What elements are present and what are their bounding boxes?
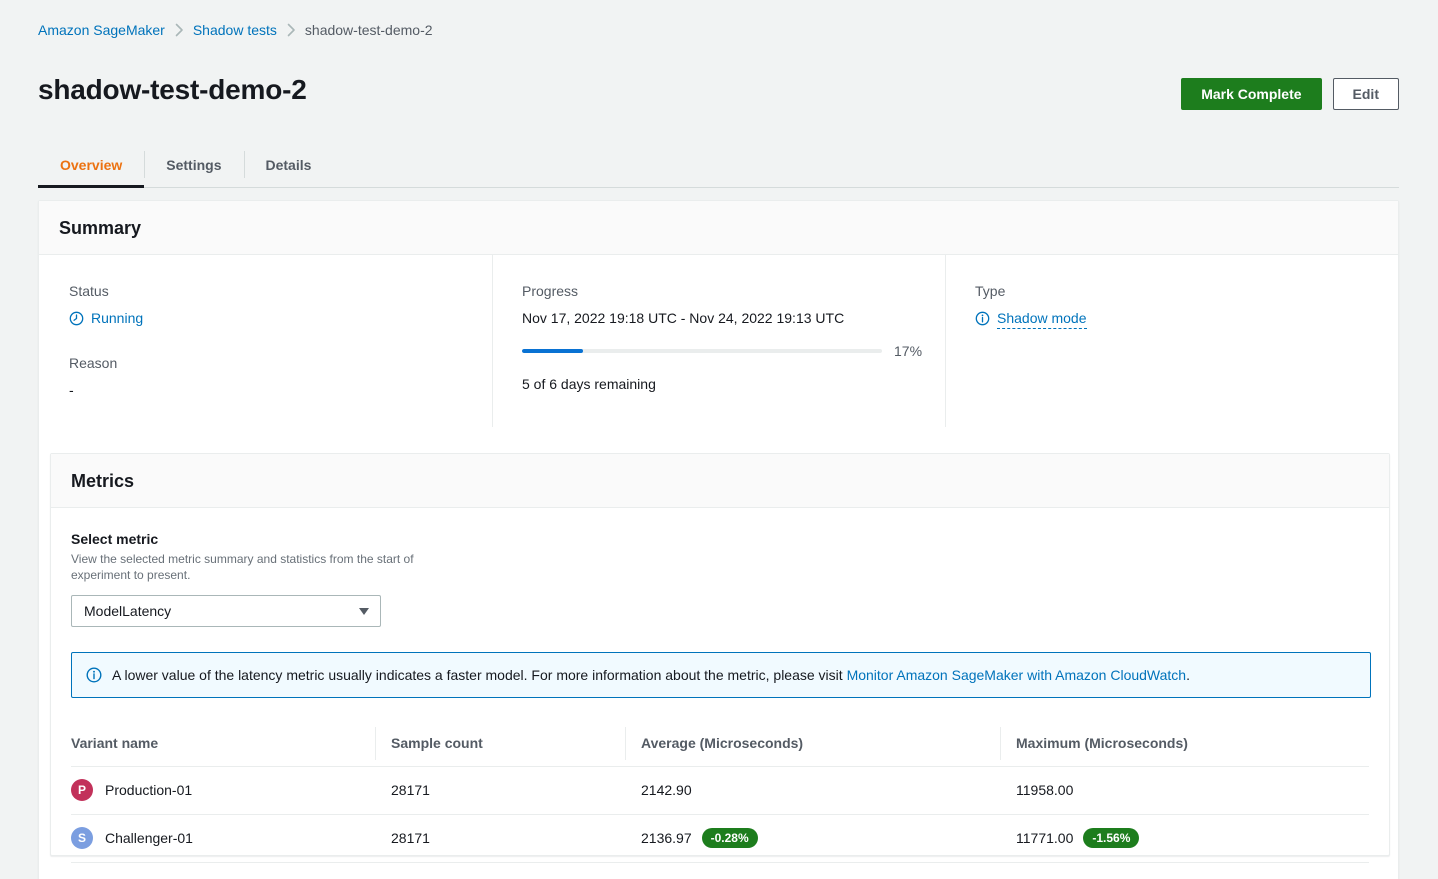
- tab-overview[interactable]: Overview: [38, 142, 144, 187]
- summary-column-status: Status Running Reason -: [39, 255, 492, 427]
- header-actions: Mark Complete Edit: [1181, 78, 1399, 110]
- summary-header: Summary: [39, 201, 1398, 255]
- metrics-header: Metrics: [51, 454, 1389, 508]
- page-root: Amazon SageMaker Shadow tests shadow-tes…: [0, 0, 1438, 879]
- progress-remaining: 5 of 6 days remaining: [522, 374, 945, 394]
- summary-column-progress: Progress Nov 17, 2022 19:18 UTC - Nov 24…: [492, 255, 945, 427]
- table-row: S Challenger-01 28171 2136.97 -0.28%: [71, 815, 1369, 863]
- tab-settings[interactable]: Settings: [144, 142, 243, 187]
- info-circle-icon: [975, 311, 990, 326]
- breadcrumb-item-amazon-sagemaker[interactable]: Amazon SageMaker: [38, 20, 165, 40]
- type-label: Type: [975, 281, 1398, 301]
- overview-container: Summary Status Running: [38, 200, 1399, 879]
- shadow-mode-link[interactable]: Shadow mode: [997, 308, 1087, 329]
- select-metric-dropdown[interactable]: ModelLatency: [71, 595, 381, 627]
- progress-fill: [522, 349, 583, 353]
- metrics-title: Metrics: [71, 470, 1369, 492]
- progress-label: Progress: [522, 281, 945, 301]
- cell-maximum: 11771.00 -1.56%: [1016, 815, 1369, 863]
- metrics-container: Metrics Select metric View the selected …: [50, 453, 1390, 856]
- cloudwatch-doc-link[interactable]: Monitor Amazon SageMaker with Amazon Clo…: [847, 667, 1187, 683]
- summary-column-type: Type Shadow mode: [945, 255, 1398, 427]
- metrics-table: Variant name Sample count Average (Micro…: [71, 721, 1369, 863]
- clock-icon: [69, 311, 84, 326]
- average-delta-badge: -0.28%: [702, 828, 758, 848]
- cell-average: 2136.97 -0.28%: [641, 815, 1016, 863]
- summary-title: Summary: [59, 217, 1378, 239]
- status-badge: Running: [69, 308, 492, 328]
- column-header-sample-count: Sample count: [391, 721, 641, 767]
- reason-value: -: [69, 380, 492, 400]
- info-circle-icon: [86, 667, 102, 683]
- maximum-value: 11958.00: [1016, 780, 1073, 800]
- variant-name-text: Challenger-01: [105, 828, 193, 848]
- cell-maximum: 11958.00: [1016, 767, 1369, 815]
- progress-bar-row: 17%: [522, 341, 945, 361]
- type-value-row: Shadow mode: [975, 308, 1398, 329]
- chevron-right-icon: [286, 23, 296, 37]
- metrics-body: Select metric View the selected metric s…: [51, 508, 1389, 863]
- select-metric-description: View the selected metric summary and sta…: [71, 551, 431, 583]
- summary-body: Status Running Reason -: [39, 255, 1398, 427]
- breadcrumb-item-shadow-tests[interactable]: Shadow tests: [193, 20, 277, 40]
- table-row: P Production-01 28171 2142.90 11958.00: [71, 767, 1369, 815]
- variant-name-text: Production-01: [105, 780, 192, 800]
- cell-variant-name: S Challenger-01: [71, 815, 391, 863]
- mark-complete-button[interactable]: Mark Complete: [1181, 78, 1321, 110]
- select-metric-value: ModelLatency: [84, 603, 171, 619]
- maximum-value: 11771.00: [1016, 828, 1073, 848]
- metrics-table-body: P Production-01 28171 2142.90 11958.00: [71, 767, 1369, 863]
- alert-text-before: A lower value of the latency metric usua…: [112, 667, 847, 683]
- average-value: 2136.97: [641, 828, 692, 848]
- column-header-variant-name: Variant name: [71, 721, 391, 767]
- cell-sample-count: 28171: [391, 815, 641, 863]
- metrics-table-head: Variant name Sample count Average (Micro…: [71, 721, 1369, 767]
- status-value: Running: [91, 308, 143, 328]
- tab-bar: Overview Settings Details: [38, 142, 1399, 188]
- select-metric-group: Select metric View the selected metric s…: [71, 529, 1369, 627]
- column-header-maximum: Maximum (Microseconds): [1016, 721, 1369, 767]
- avatar: P: [71, 779, 93, 801]
- progress-track: [522, 349, 882, 353]
- cell-sample-count: 28171: [391, 767, 641, 815]
- progress-dates: Nov 17, 2022 19:18 UTC - Nov 24, 2022 19…: [522, 308, 945, 328]
- reason-label: Reason: [69, 353, 492, 373]
- status-label: Status: [69, 281, 492, 301]
- alert-text-after: .: [1186, 667, 1190, 683]
- select-metric-label: Select metric: [71, 529, 1369, 549]
- breadcrumb-item-current: shadow-test-demo-2: [305, 20, 433, 40]
- info-alert: A lower value of the latency metric usua…: [71, 652, 1371, 698]
- page-title: shadow-test-demo-2: [38, 72, 307, 108]
- chevron-down-icon: [359, 608, 369, 615]
- chevron-right-icon: [174, 23, 184, 37]
- breadcrumb: Amazon SageMaker Shadow tests shadow-tes…: [38, 20, 433, 40]
- edit-button[interactable]: Edit: [1333, 78, 1399, 110]
- avatar: S: [71, 827, 93, 849]
- cell-average: 2142.90: [641, 767, 1016, 815]
- column-header-average: Average (Microseconds): [641, 721, 1016, 767]
- reason-field: Reason -: [69, 353, 492, 400]
- status-field: Status Running: [69, 281, 492, 328]
- maximum-delta-badge: -1.56%: [1083, 828, 1139, 848]
- tab-details[interactable]: Details: [244, 142, 334, 187]
- average-value: 2142.90: [641, 780, 692, 800]
- progress-percent: 17%: [894, 341, 922, 361]
- cell-variant-name: P Production-01: [71, 767, 391, 815]
- alert-message: A lower value of the latency metric usua…: [112, 665, 1190, 685]
- table-header-row: Variant name Sample count Average (Micro…: [71, 721, 1369, 767]
